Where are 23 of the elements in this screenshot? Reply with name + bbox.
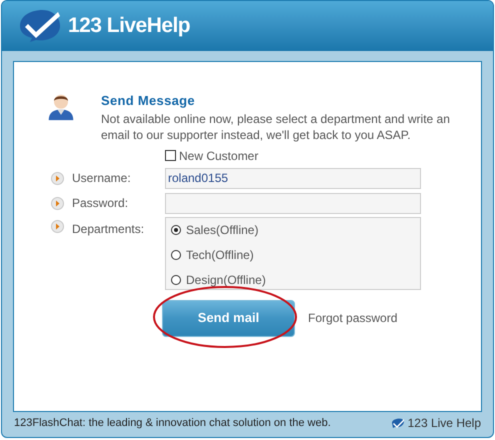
input-field[interactable]: roland0155 — [165, 168, 421, 188]
checkbox[interactable] — [165, 150, 176, 161]
field-label: Departments: — [72, 220, 144, 238]
status-text: 123FlashChat: the leading & innovation chat solution on the web. — [14, 416, 331, 431]
radio-label: Tech(Offline) — [186, 247, 254, 264]
check-bubble-icon — [390, 418, 405, 428]
radio-button[interactable] — [171, 225, 181, 235]
arrow-bullet-icon — [51, 220, 64, 232]
radio-button[interactable] — [171, 250, 181, 260]
field-label: Username: — [72, 170, 131, 187]
notice-text: Not available online now, please select a department and write an email to our supporter instead, we'll get back to you ASAP. — [101, 110, 451, 142]
brand-text: 123 Live Help — [408, 415, 481, 432]
field-label: Password: — [72, 195, 128, 212]
radio-button[interactable] — [171, 275, 181, 285]
arrow-bullet-icon — [51, 172, 64, 184]
window-title: 123 LiveHelp — [68, 13, 190, 40]
checkbox-label: New Customer — [179, 148, 258, 164]
heading: Send Message — [101, 92, 196, 110]
input-field[interactable] — [165, 192, 421, 214]
radio-label: Sales(Offline) — [186, 222, 258, 239]
radio-label: Design(Offline) — [186, 272, 266, 289]
forgot-password-link[interactable]: Forgot password — [308, 309, 398, 327]
arrow-bullet-icon — [51, 196, 64, 210]
